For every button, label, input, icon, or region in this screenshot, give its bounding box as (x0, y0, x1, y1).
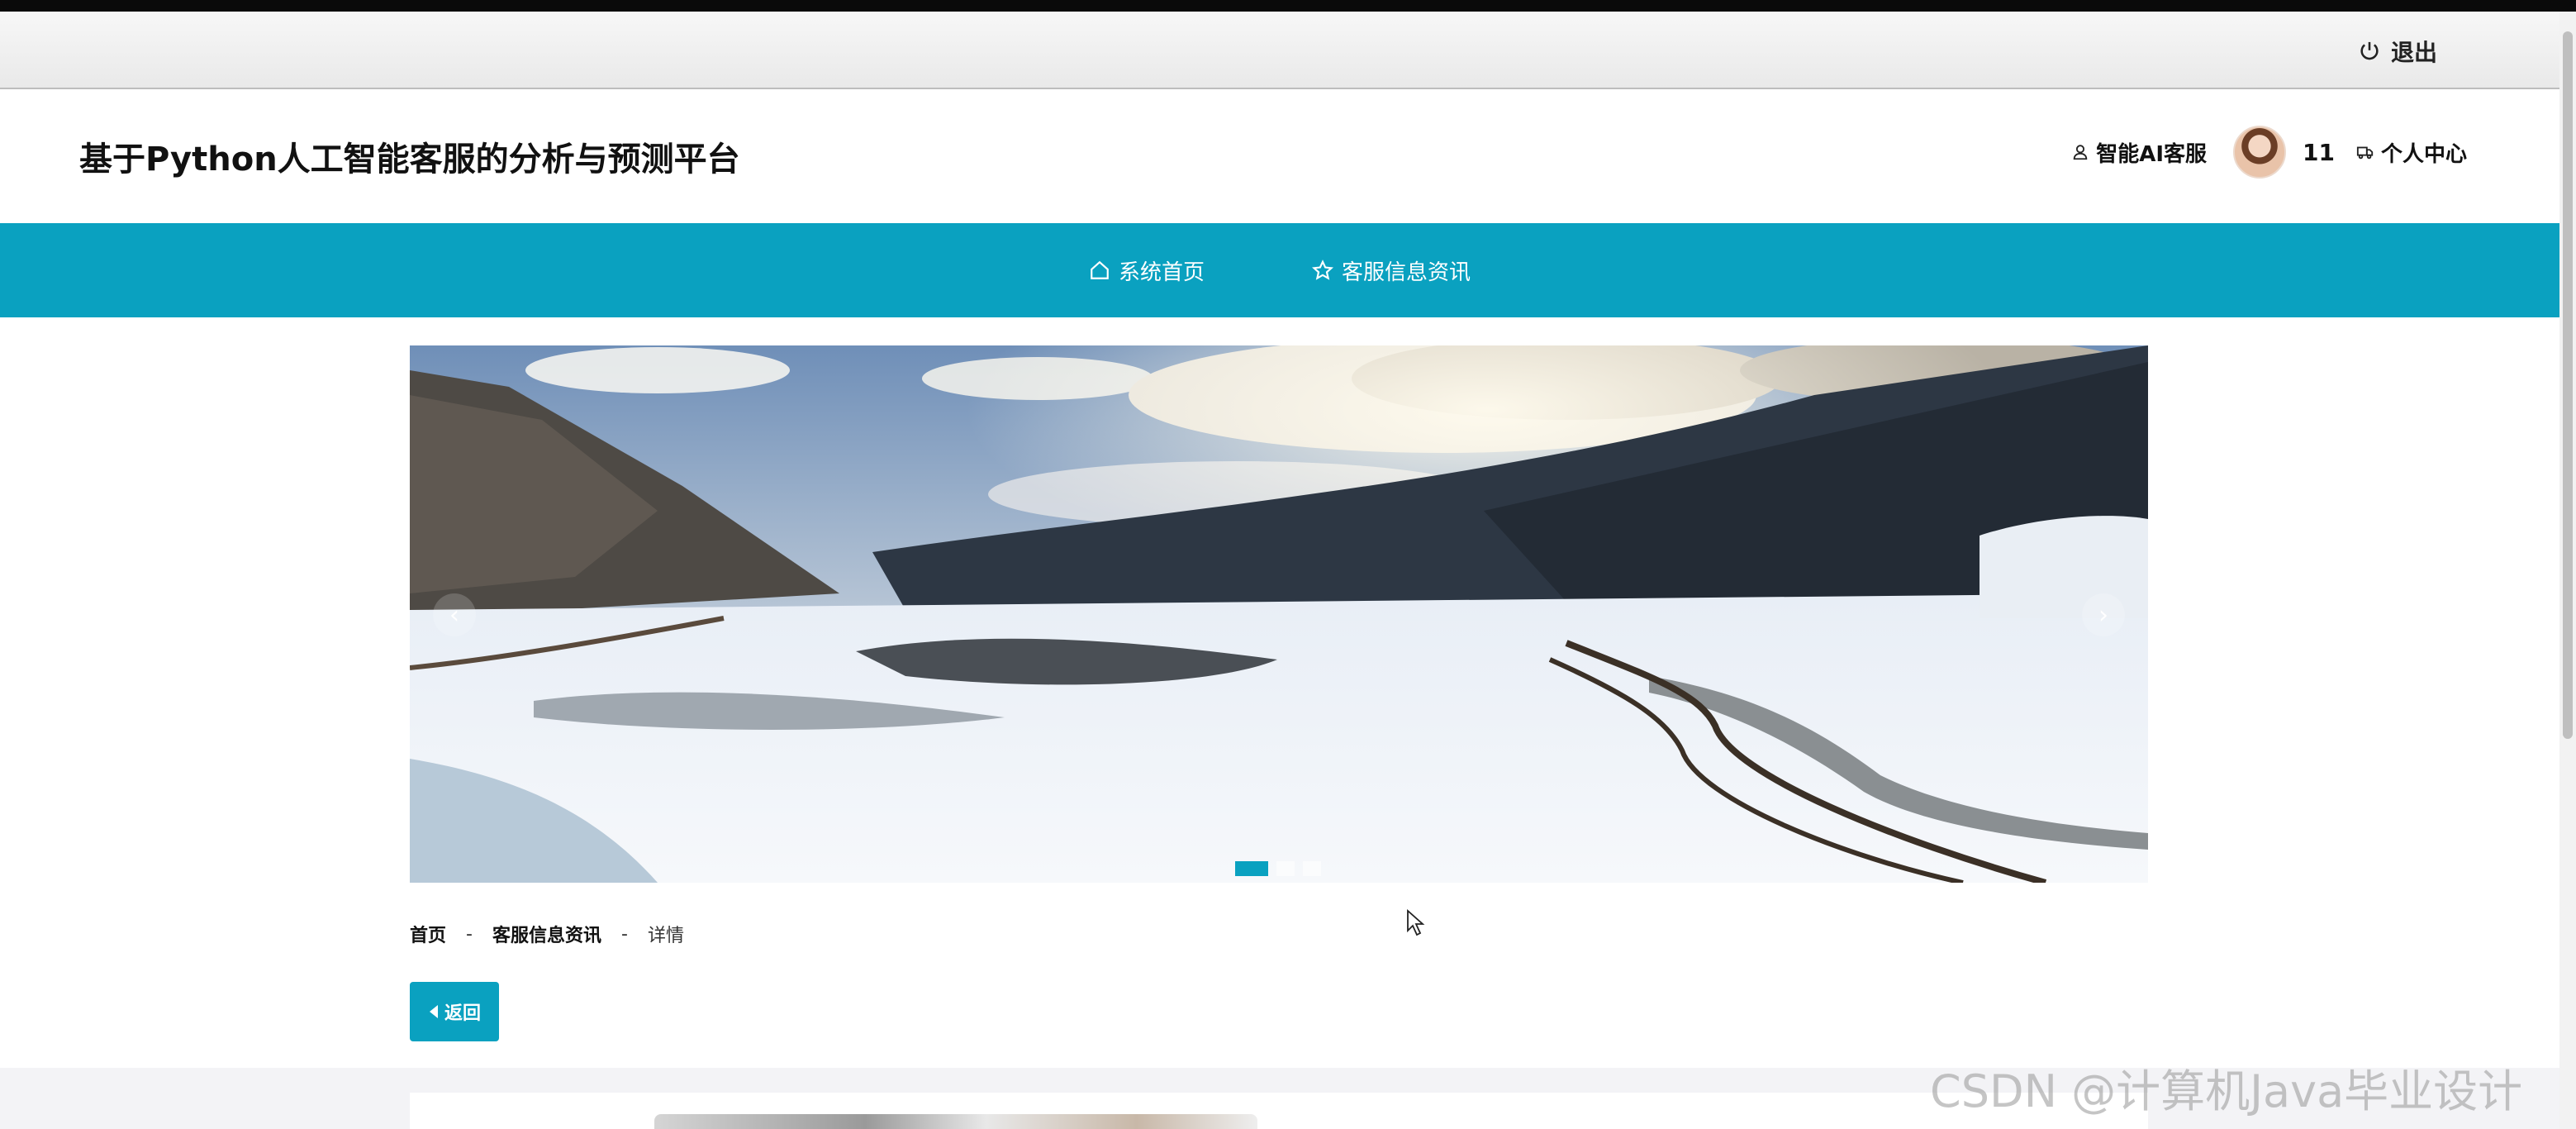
detail-image (654, 1114, 1257, 1129)
window-top-strip (0, 0, 2576, 12)
user-center-link[interactable]: 个人中心 (2356, 137, 2467, 168)
carousel-next-button[interactable]: › (2082, 593, 2125, 636)
username: 11 (2303, 138, 2335, 166)
logout-button[interactable]: 退出 (2358, 35, 2437, 68)
watermark: CSDN @计算机Java毕业设计 (1930, 1065, 2523, 1117)
back-button[interactable]: 返回 (410, 982, 499, 1041)
logout-label: 退出 (2390, 39, 2437, 66)
breadcrumb-separator: - (466, 923, 473, 945)
breadcrumb-home[interactable]: 首页 (410, 921, 446, 947)
breadcrumb: 首页 - 客服信息资讯 - 详情 (410, 921, 684, 947)
power-icon (2360, 41, 2379, 60)
banner-image (410, 345, 2148, 883)
star-icon (1312, 260, 1334, 280)
detail-card (410, 1093, 2148, 1129)
nav-item-news[interactable]: 客服信息资讯 (1312, 255, 1471, 286)
site-title: 基于Python人工智能客服的分析与预测平台 (79, 141, 740, 179)
carousel-dot[interactable] (1276, 861, 1295, 876)
carousel-prev-button[interactable]: ‹ (433, 593, 476, 636)
back-button-label: 返回 (444, 1003, 481, 1024)
banner-carousel[interactable]: ‹ › (410, 345, 2148, 883)
ai-service-label: 智能AI客服 (2096, 141, 2208, 167)
carousel-dot[interactable] (1235, 861, 1268, 876)
truck-icon (2356, 146, 2374, 160)
scrollbar-thumb[interactable] (2563, 31, 2573, 739)
mouse-cursor-icon (1407, 909, 1425, 936)
site-header: 基于Python人工智能客服的分析与预测平台 智能AI客服 11 个人中心 (0, 91, 2559, 223)
caret-left-icon (429, 1005, 438, 1018)
nav-item-label: 系统首页 (1119, 260, 1205, 285)
header-user-area: 智能AI客服 11 个人中心 (2071, 126, 2467, 179)
breadcrumb-current: 详情 (647, 926, 684, 946)
user-icon (2073, 145, 2088, 160)
nav-item-home[interactable]: 系统首页 (1089, 255, 1205, 286)
ai-service-link[interactable]: 智能AI客服 (2071, 137, 2207, 168)
main-nav: 系统首页 客服信息资讯 (0, 223, 2559, 317)
user-center-label: 个人中心 (2380, 141, 2467, 167)
avatar[interactable] (2233, 126, 2287, 179)
nav-item-label: 客服信息资讯 (1342, 260, 1471, 285)
home-icon (1091, 260, 1109, 279)
breadcrumb-separator: - (620, 923, 628, 945)
carousel-indicators (1235, 861, 1321, 876)
carousel-dot[interactable] (1303, 861, 1321, 876)
page-scrollbar[interactable] (2559, 12, 2576, 1129)
breadcrumb-section[interactable]: 客服信息资讯 (492, 921, 601, 947)
top-bar: 退出 (0, 12, 2559, 89)
